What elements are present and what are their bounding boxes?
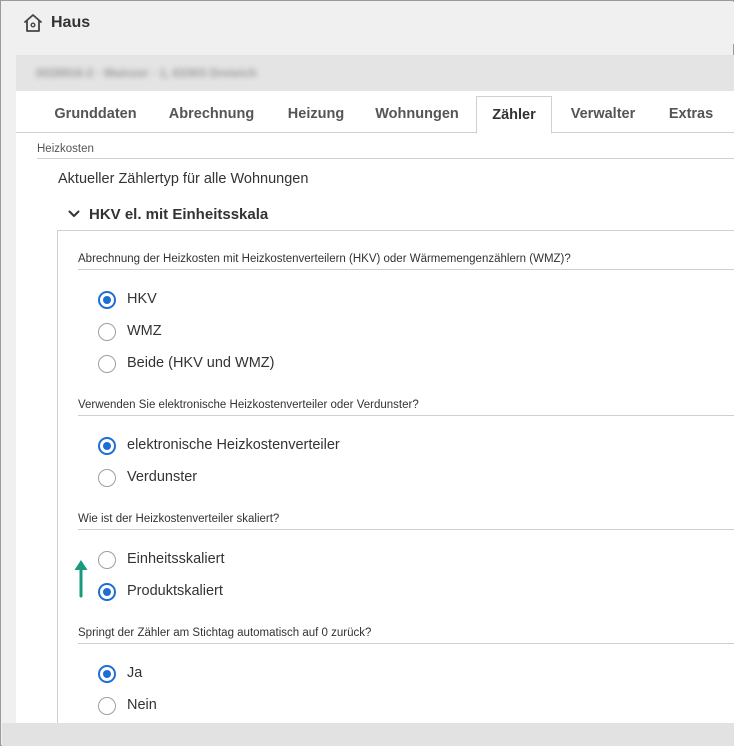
question-scaling: Wie ist der Heizkostenverteiler skaliert… xyxy=(78,513,280,525)
header-bar: Haus xyxy=(2,2,734,44)
radio-label[interactable]: HKV xyxy=(127,291,157,307)
tab-wohnungen[interactable]: Wohnungen xyxy=(367,96,467,133)
radio-label[interactable]: Nein xyxy=(127,697,157,713)
radio-button[interactable] xyxy=(98,583,116,601)
section-divider xyxy=(37,158,734,159)
radio-button[interactable] xyxy=(98,323,116,341)
tab-verwalter[interactable]: Verwalter xyxy=(562,96,644,133)
footer-bar xyxy=(2,723,734,746)
accordion-title[interactable]: HKV el. mit Einheitsskala xyxy=(89,206,268,223)
tab-grunddaten[interactable]: Grunddaten xyxy=(38,96,153,133)
question-reset: Springt der Zähler am Stichtag automatis… xyxy=(78,627,372,639)
tab-zaehler[interactable]: Zähler xyxy=(476,96,552,134)
app-window: Haus 0028916-2 · Mainzer · 1, 63303 Drei… xyxy=(0,0,734,746)
radio-label[interactable]: WMZ xyxy=(127,323,162,339)
radio-button[interactable] xyxy=(98,665,116,683)
address-text: 0028916-2 · Mainzer · 1, 63303 Dreieich xyxy=(36,66,257,80)
tab-bar: Grunddaten Abrechnung Heizung Wohnungen … xyxy=(16,96,734,134)
page-title: Haus xyxy=(51,14,91,31)
radio-button[interactable] xyxy=(98,291,116,309)
tab-heizung[interactable]: Heizung xyxy=(278,96,354,133)
radio-label[interactable]: elektronische Heizkostenverteiler xyxy=(127,437,340,453)
chevron-down-icon[interactable] xyxy=(67,207,81,221)
question-divider xyxy=(78,269,734,270)
question-divider xyxy=(78,643,734,644)
tab-abrechnung[interactable]: Abrechnung xyxy=(159,96,264,133)
meter-settings-panel: Abrechnung der Heizkosten mit Heizkosten… xyxy=(57,230,734,723)
radio-button[interactable] xyxy=(98,551,116,569)
section-label: Heizkosten xyxy=(37,143,94,155)
question-device-type: Verwenden Sie elektronische Heizkostenve… xyxy=(78,399,419,411)
radio-label[interactable]: Verdunster xyxy=(127,469,197,485)
radio-label[interactable]: Ja xyxy=(127,665,142,681)
tab-extras[interactable]: Extras xyxy=(656,96,726,133)
radio-label[interactable]: Beide (HKV und WMZ) xyxy=(127,355,274,371)
arrow-up-icon xyxy=(74,560,88,598)
house-icon[interactable] xyxy=(22,12,44,34)
main-content: 0028916-2 · Mainzer · 1, 63303 Dreieich … xyxy=(16,55,734,723)
meter-type-label: Aktueller Zählertyp für alle Wohnungen xyxy=(58,171,309,187)
question-billing-method: Abrechnung der Heizkosten mit Heizkosten… xyxy=(78,253,571,265)
address-bar: 0028916-2 · Mainzer · 1, 63303 Dreieich xyxy=(16,55,734,91)
radio-button[interactable] xyxy=(98,697,116,715)
radio-button[interactable] xyxy=(98,469,116,487)
radio-label[interactable]: Einheitsskaliert xyxy=(127,551,225,567)
radio-button[interactable] xyxy=(98,437,116,455)
radio-label[interactable]: Produktskaliert xyxy=(127,583,223,599)
question-divider xyxy=(78,529,734,530)
radio-button[interactable] xyxy=(98,355,116,373)
question-divider xyxy=(78,415,734,416)
